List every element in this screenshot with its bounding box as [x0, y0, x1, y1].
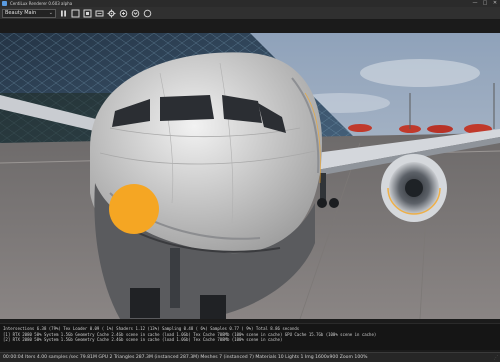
crop-icon — [83, 9, 92, 17]
render-mode-label: Beauty Main — [5, 9, 37, 16]
chevron-down-icon: ⌄ — [48, 9, 53, 16]
rotate-right-button[interactable] — [143, 9, 152, 18]
resolution-icon — [95, 10, 104, 16]
window-controls: — □ ✕ — [470, 0, 500, 7]
frame-button[interactable] — [71, 9, 80, 18]
rotate-right-icon — [143, 9, 152, 17]
rotate-left-button[interactable] — [131, 9, 140, 18]
render-image — [0, 33, 500, 319]
status-bar: 00:00:04 Iters 4.00 samples /sec 79.81M … — [0, 352, 500, 362]
render-viewport[interactable] — [0, 33, 500, 319]
title-bar: CentiLux Renderer 0.603 alpha — □ ✕ — [0, 0, 500, 7]
window-title: CentiLux Renderer 0.603 alpha — [10, 1, 73, 6]
render-stats-panel: Intersections 6.38 (79%) Tex Loader 0.09… — [0, 323, 500, 350]
frame-icon — [71, 9, 80, 17]
resize-grip-icon[interactable]: ⋰ — [492, 354, 500, 362]
rotate-left-icon — [131, 9, 140, 17]
status-text: 00:00:04 Iters 4.00 samples /sec 79.81M … — [3, 354, 368, 360]
pause-icon — [61, 10, 66, 16]
pause-button[interactable] — [59, 9, 68, 18]
settings-icon — [107, 9, 116, 17]
stats-gpu2-line: [2] RTX 2080 50% System 1.5Gb Geometry C… — [3, 337, 283, 342]
render-mode-select[interactable]: Beauty Main ⌄ — [2, 8, 56, 18]
close-button[interactable]: ✕ — [490, 0, 500, 7]
resolution-button[interactable] — [95, 9, 104, 18]
zoom-fit-button[interactable] — [119, 9, 128, 18]
toolbar: Beauty Main ⌄ — [0, 7, 500, 20]
zoom-fit-icon — [119, 9, 128, 17]
minimize-button[interactable]: — — [470, 0, 480, 7]
maximize-button[interactable]: □ — [480, 0, 490, 7]
settings-button[interactable] — [107, 9, 116, 18]
app-icon — [2, 1, 7, 6]
crop-button[interactable] — [83, 9, 92, 18]
